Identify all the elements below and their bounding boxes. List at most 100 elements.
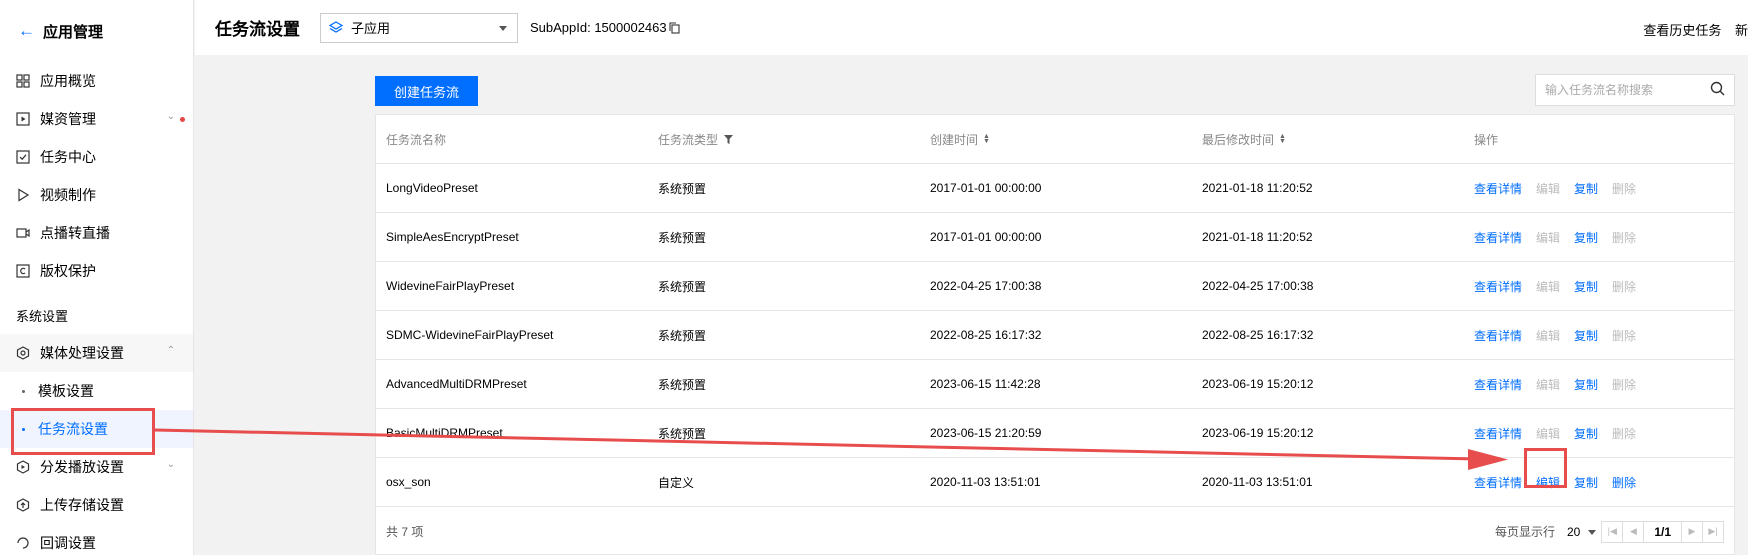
delete-link[interactable]: 删除 xyxy=(1612,474,1636,491)
view-details-link[interactable]: 查看详情 xyxy=(1474,180,1522,197)
column-header-label: 创建时间 xyxy=(930,132,979,147)
table-row: LongVideoPreset 系统预置 2017-01-01 00:00:00 20… xyxy=(376,164,1734,213)
edit-link: 编辑 xyxy=(1536,230,1561,245)
app-select[interactable]: 子应用 xyxy=(320,12,518,43)
page-indicator: 1/1 xyxy=(1643,520,1682,543)
cell-name: SDMC-WidevineFairPlayPreset xyxy=(386,328,554,342)
new-link[interactable]: 新 xyxy=(1735,23,1748,38)
edit-link: 编辑 xyxy=(1536,426,1561,441)
sidebar-header[interactable]: ← 应用管理 xyxy=(0,0,193,62)
sidebar-item-upload-storage[interactable]: 上传存储设置 xyxy=(0,486,193,524)
sort-icon[interactable]: ▲ ▼ xyxy=(1279,133,1286,145)
create-taskflow-button[interactable]: 创建任务流 xyxy=(375,76,478,106)
arrow-left-icon[interactable]: ← xyxy=(18,21,35,41)
copy-link[interactable]: 复制 xyxy=(1574,474,1598,491)
copy-link[interactable]: 复制 xyxy=(1574,425,1598,442)
filter-icon[interactable] xyxy=(724,134,734,144)
chevron-down-icon[interactable]: ⌄ xyxy=(167,459,175,470)
cell-name: BasicMultiDRMPreset xyxy=(386,426,503,440)
top-bar: 任务流设置 子应用 SubAppId: 1500002463 查看历史任务 新 xyxy=(195,0,1748,55)
edit-link: 编辑 xyxy=(1536,279,1561,294)
delete-link: 删除 xyxy=(1612,426,1637,441)
sidebar-item-media-processing[interactable]: 媒体处理设置 ⌃ xyxy=(0,334,193,372)
copy-link[interactable]: 复制 xyxy=(1574,229,1598,246)
copy-link[interactable]: 复制 xyxy=(1574,278,1598,295)
sidebar-item-template-settings[interactable]: 模板设置 xyxy=(0,372,193,410)
view-details-link[interactable]: 查看详情 xyxy=(1474,474,1522,491)
layers-icon xyxy=(329,20,343,35)
copyright-icon xyxy=(16,264,30,278)
cell-name: AdvancedMultiDRMPreset xyxy=(386,377,527,391)
notification-dot xyxy=(180,117,185,122)
edit-link: 编辑 xyxy=(1536,328,1561,343)
media-play-icon xyxy=(16,112,30,126)
copy-link[interactable]: 复制 xyxy=(1574,180,1598,197)
cell-modified: 2023-06-19 15:20:12 xyxy=(1202,426,1314,440)
table-row: AdvancedMultiDRMPreset 系统预置 2023-06-15 11:… xyxy=(376,360,1734,409)
delete-link: 删除 xyxy=(1612,377,1637,392)
cell-created: 2023-06-15 21:20:59 xyxy=(930,426,1042,440)
row-actions: 查看详情 编辑 复制 删除 xyxy=(1474,164,1650,212)
cell-type: 系统预置 xyxy=(658,181,707,196)
sidebar-item-callback[interactable]: 回调设置 xyxy=(0,524,193,555)
copy-link[interactable]: 复制 xyxy=(1574,376,1598,393)
column-header-actions: 操作 xyxy=(1474,132,1499,147)
sidebar-item-copyright[interactable]: 版权保护 xyxy=(0,252,193,290)
cell-type: 自定义 xyxy=(658,475,695,490)
cell-modified: 2021-01-18 11:20:52 xyxy=(1202,181,1313,195)
sidebar-item-vod-to-live[interactable]: 点播转直播 xyxy=(0,214,193,252)
next-page-button[interactable]: ▶ xyxy=(1681,520,1703,543)
sidebar-item-tasks[interactable]: 任务中心 xyxy=(0,138,193,176)
table-footer: 共 7 项 每页显示行 20 |◀ ◀ 1/1 ▶ ▶| xyxy=(376,507,1734,555)
annotation-highlight-sidebar xyxy=(11,408,155,455)
cell-name: LongVideoPreset xyxy=(386,181,478,195)
sidebar-item-media[interactable]: 媒资管理 ⌄ xyxy=(0,100,193,138)
sidebar-item-label: 版权保护 xyxy=(40,263,96,279)
copy-icon[interactable] xyxy=(669,21,680,34)
copy-link[interactable]: 复制 xyxy=(1574,327,1598,344)
page-size-select[interactable]: 20 xyxy=(1567,525,1598,539)
cell-modified: 2023-06-19 15:20:12 xyxy=(1202,377,1314,391)
cell-name: osx_son xyxy=(386,475,431,489)
table-row: SimpleAesEncryptPreset 系统预置 2017-01-01 00:… xyxy=(376,213,1734,262)
app-select-value: 子应用 xyxy=(351,21,391,36)
column-header-modified[interactable]: 最后修改时间 ▲ ▼ xyxy=(1202,115,1286,163)
cell-type: 系统预置 xyxy=(658,328,707,343)
chevron-down-icon[interactable]: ⌄ xyxy=(167,111,175,122)
edit-link: 编辑 xyxy=(1536,377,1561,392)
cell-created: 2017-01-01 00:00:00 xyxy=(930,230,1042,244)
cell-type: 系统预置 xyxy=(658,377,707,392)
cell-created: 2022-08-25 16:17:32 xyxy=(930,328,1042,342)
cell-modified: 2020-11-03 13:51:01 xyxy=(1202,475,1313,489)
sidebar-item-video-production[interactable]: 视频制作 xyxy=(0,176,193,214)
cell-created: 2022-04-25 17:00:38 xyxy=(930,279,1042,293)
cell-name: WidevineFairPlayPreset xyxy=(386,279,515,293)
chevron-up-icon[interactable]: ⌃ xyxy=(167,345,175,356)
grid-icon xyxy=(16,74,30,88)
first-page-button[interactable]: |◀ xyxy=(1601,520,1624,543)
sidebar-item-label: 应用概览 xyxy=(40,73,96,89)
prev-page-button[interactable]: ◀ xyxy=(1622,520,1645,543)
search-icon[interactable] xyxy=(1710,81,1725,99)
sidebar-item-overview[interactable]: 应用概览 xyxy=(0,62,193,100)
cell-modified: 2022-04-25 17:00:38 xyxy=(1202,279,1314,293)
row-actions: 查看详情 编辑 复制 删除 xyxy=(1474,360,1650,408)
view-details-link[interactable]: 查看详情 xyxy=(1474,327,1522,344)
search-input[interactable] xyxy=(1545,83,1710,97)
history-tasks-link[interactable]: 查看历史任务 xyxy=(1643,23,1721,38)
page-title: 任务流设置 xyxy=(215,20,300,39)
view-details-link[interactable]: 查看详情 xyxy=(1474,376,1522,393)
sort-icon[interactable]: ▲ ▼ xyxy=(983,133,990,145)
view-details-link[interactable]: 查看详情 xyxy=(1474,229,1522,246)
cell-modified: 2021-01-18 11:20:52 xyxy=(1202,230,1313,244)
view-details-link[interactable]: 查看详情 xyxy=(1474,425,1522,442)
column-header-created[interactable]: 创建时间 ▲ ▼ xyxy=(930,115,990,163)
column-header-type[interactable]: 任务流类型 xyxy=(658,115,734,163)
page-size-label: 每页显示行 xyxy=(1494,525,1555,539)
cell-created: 2023-06-15 11:42:28 xyxy=(930,377,1041,391)
last-page-button[interactable]: ▶| xyxy=(1702,520,1724,543)
callback-icon xyxy=(16,536,30,550)
sidebar-item-label: 媒体处理设置 xyxy=(40,345,124,361)
live-video-icon xyxy=(16,226,30,240)
view-details-link[interactable]: 查看详情 xyxy=(1474,278,1522,295)
